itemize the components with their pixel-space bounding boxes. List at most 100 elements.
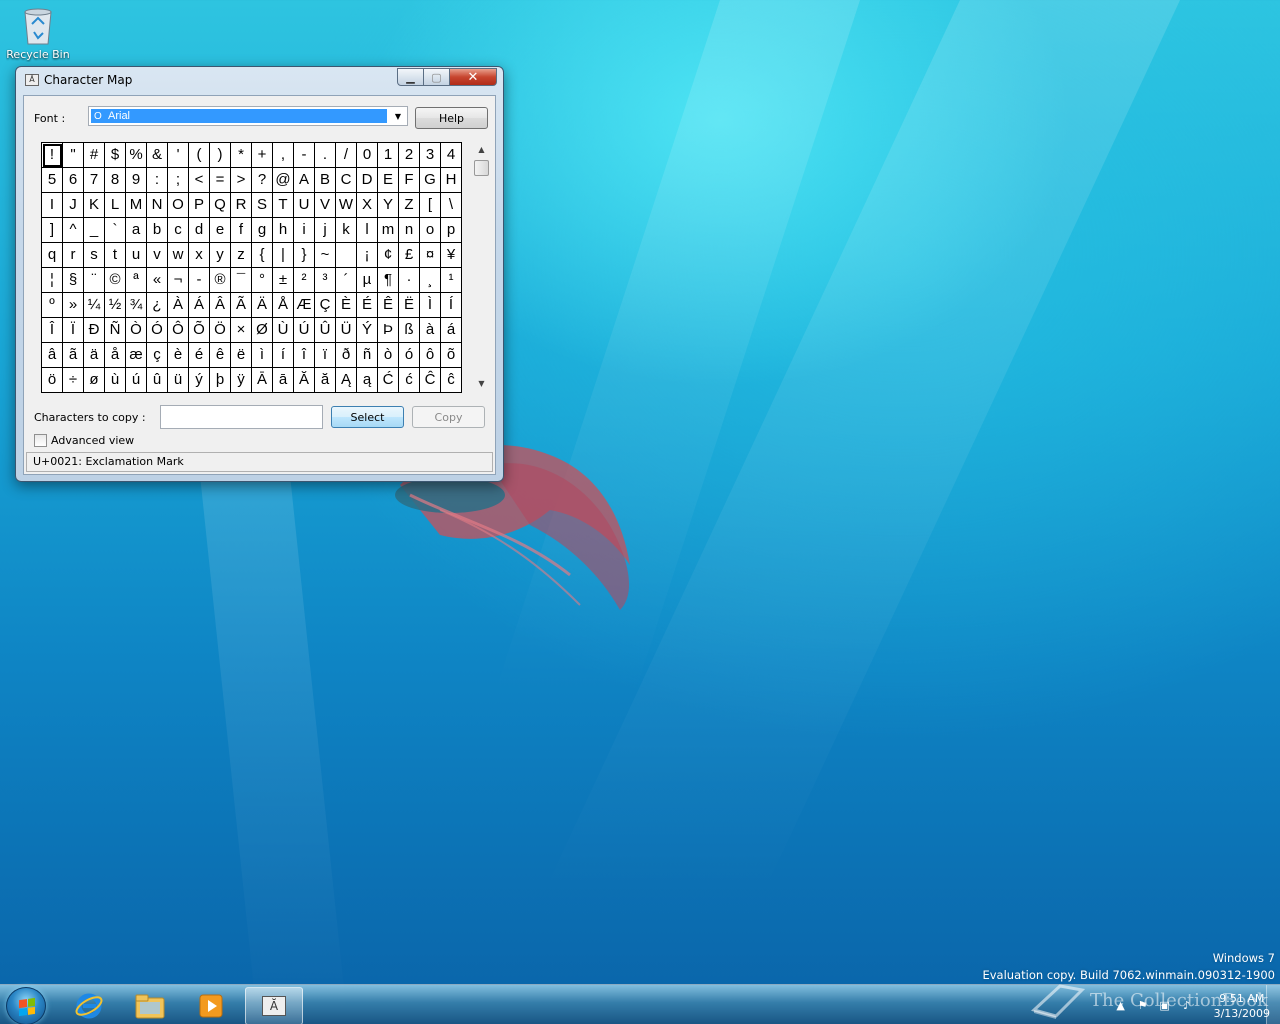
character-cell[interactable]: \ bbox=[441, 193, 462, 218]
character-cell[interactable]: Ĉ bbox=[420, 368, 441, 393]
character-cell[interactable]: Ö bbox=[210, 318, 231, 343]
character-cell[interactable]: è bbox=[168, 343, 189, 368]
character-cell[interactable]: T bbox=[273, 193, 294, 218]
character-cell[interactable]: q bbox=[42, 243, 63, 268]
character-cell[interactable]: ' bbox=[168, 143, 189, 168]
advanced-view-option[interactable]: Advanced view bbox=[34, 434, 134, 447]
character-cell[interactable]: x bbox=[189, 243, 210, 268]
close-button[interactable]: ✕ bbox=[450, 68, 497, 86]
character-cell[interactable]: ² bbox=[294, 268, 315, 293]
character-cell[interactable]: ] bbox=[42, 218, 63, 243]
character-cell[interactable]: N bbox=[147, 193, 168, 218]
character-cell[interactable]: _ bbox=[84, 218, 105, 243]
character-cell[interactable]: ç bbox=[147, 343, 168, 368]
character-cell[interactable]: Ò bbox=[126, 318, 147, 343]
character-cell[interactable]: c bbox=[168, 218, 189, 243]
character-cell[interactable]: ý bbox=[189, 368, 210, 393]
select-button[interactable]: Select bbox=[331, 406, 404, 428]
show-desktop-button[interactable] bbox=[1266, 985, 1280, 1024]
character-cell[interactable]: 8 bbox=[105, 168, 126, 193]
character-cell[interactable]: ð bbox=[336, 343, 357, 368]
character-cell[interactable]: P bbox=[189, 193, 210, 218]
character-cell[interactable]: ù bbox=[105, 368, 126, 393]
character-cell[interactable]: ? bbox=[252, 168, 273, 193]
character-cell[interactable]: # bbox=[84, 143, 105, 168]
character-cell[interactable]: l bbox=[357, 218, 378, 243]
character-cell[interactable]: Ú bbox=[294, 318, 315, 343]
taskbar-windows-explorer[interactable] bbox=[121, 987, 179, 1024]
character-cell[interactable]: È bbox=[336, 293, 357, 318]
character-cell[interactable]: 4 bbox=[441, 143, 462, 168]
character-cell[interactable]: y bbox=[210, 243, 231, 268]
advanced-view-checkbox[interactable] bbox=[34, 434, 47, 447]
character-cell[interactable]: B bbox=[315, 168, 336, 193]
character-cell[interactable]: ú bbox=[126, 368, 147, 393]
character-cell[interactable]: ë bbox=[231, 343, 252, 368]
character-cell[interactable]: Ă bbox=[294, 368, 315, 393]
character-cell[interactable]: ò bbox=[378, 343, 399, 368]
character-cell[interactable]: Ñ bbox=[105, 318, 126, 343]
character-cell[interactable]: > bbox=[231, 168, 252, 193]
character-cell[interactable]: ! bbox=[42, 143, 63, 168]
character-cell[interactable]: ½ bbox=[105, 293, 126, 318]
character-cell[interactable]: R bbox=[231, 193, 252, 218]
character-cell[interactable]: ă bbox=[315, 368, 336, 393]
character-cell[interactable]: ¿ bbox=[147, 293, 168, 318]
character-cell[interactable]: * bbox=[231, 143, 252, 168]
character-map-app-icon[interactable]: Ă bbox=[25, 74, 39, 86]
character-cell[interactable]: Î bbox=[42, 318, 63, 343]
character-cell[interactable]: X bbox=[357, 193, 378, 218]
character-cell[interactable]: < bbox=[189, 168, 210, 193]
character-cell[interactable]: Ë bbox=[399, 293, 420, 318]
character-cell[interactable]: E bbox=[378, 168, 399, 193]
character-cell[interactable]: ì bbox=[252, 343, 273, 368]
character-cell[interactable]: g bbox=[252, 218, 273, 243]
character-cell[interactable]: - bbox=[189, 268, 210, 293]
character-cell[interactable]: ¥ bbox=[441, 243, 462, 268]
scroll-down-icon[interactable]: ▼ bbox=[473, 376, 490, 392]
character-cell[interactable]: 0 bbox=[357, 143, 378, 168]
character-cell[interactable]: a bbox=[126, 218, 147, 243]
character-cell[interactable]: ³ bbox=[315, 268, 336, 293]
character-cell[interactable]: £ bbox=[399, 243, 420, 268]
character-cell[interactable]: é bbox=[189, 343, 210, 368]
character-cell[interactable]: ° bbox=[252, 268, 273, 293]
character-cell[interactable]: ¦ bbox=[42, 268, 63, 293]
character-cell[interactable]: Ü bbox=[336, 318, 357, 343]
character-cell[interactable]: ´ bbox=[336, 268, 357, 293]
character-cell[interactable]: Ð bbox=[84, 318, 105, 343]
character-cell[interactable]: Ć bbox=[378, 368, 399, 393]
character-cell[interactable]: w bbox=[168, 243, 189, 268]
character-cell[interactable]: á bbox=[441, 318, 462, 343]
character-cell[interactable]: Ã bbox=[231, 293, 252, 318]
character-cell[interactable]: Æ bbox=[294, 293, 315, 318]
character-cell[interactable]: ø bbox=[84, 368, 105, 393]
character-cell[interactable]: V bbox=[315, 193, 336, 218]
character-cell[interactable]: Ï bbox=[63, 318, 84, 343]
character-cell[interactable]: à bbox=[420, 318, 441, 343]
recycle-bin-desktop-icon[interactable]: Recycle Bin bbox=[6, 6, 70, 62]
character-cell[interactable]: ¡ bbox=[357, 243, 378, 268]
character-cell[interactable]: t bbox=[105, 243, 126, 268]
character-cell[interactable]: ^ bbox=[63, 218, 84, 243]
character-cell[interactable]: « bbox=[147, 268, 168, 293]
character-cell[interactable]: & bbox=[147, 143, 168, 168]
character-cell[interactable]: H bbox=[441, 168, 462, 193]
character-cell[interactable]: û bbox=[147, 368, 168, 393]
character-cell[interactable]: ï bbox=[315, 343, 336, 368]
character-cell[interactable]: ą bbox=[357, 368, 378, 393]
taskbar-internet-explorer[interactable] bbox=[60, 987, 118, 1024]
character-cell[interactable]: î bbox=[294, 343, 315, 368]
character-cell[interactable]: + bbox=[252, 143, 273, 168]
character-cell[interactable]: ® bbox=[210, 268, 231, 293]
character-cell[interactable]: I bbox=[42, 193, 63, 218]
character-cell[interactable]: } bbox=[294, 243, 315, 268]
font-dropdown[interactable]: O Arial ▼ bbox=[88, 106, 408, 126]
character-cell[interactable]: p bbox=[441, 218, 462, 243]
character-cell[interactable]: Ô bbox=[168, 318, 189, 343]
character-cell[interactable]: 1 bbox=[378, 143, 399, 168]
character-cell[interactable]: D bbox=[357, 168, 378, 193]
character-cell[interactable]: : bbox=[147, 168, 168, 193]
character-cell[interactable]: ¸ bbox=[420, 268, 441, 293]
character-cell[interactable]: ¼ bbox=[84, 293, 105, 318]
